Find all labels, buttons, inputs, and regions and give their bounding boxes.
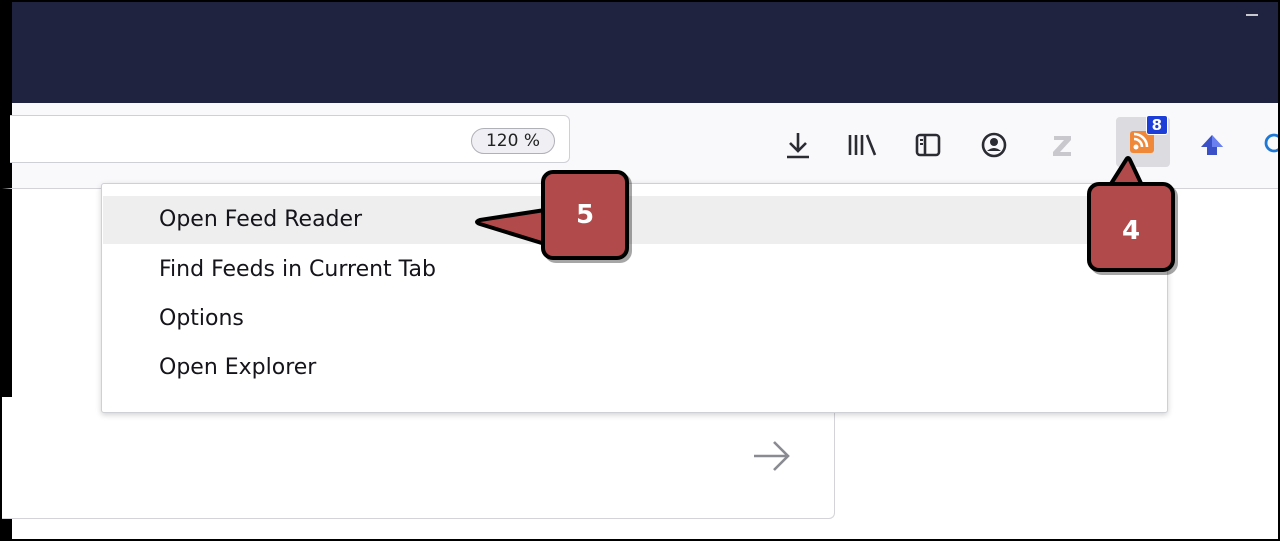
browser-window: 120 % 8 Open Feed Reader Find Feeds in C… [0, 0, 1280, 541]
address-bar[interactable]: 120 % [10, 115, 570, 163]
menu-item-open-explorer[interactable]: Open Explorer [103, 344, 1166, 392]
content-card[interactable] [2, 397, 835, 519]
arrow-right-icon[interactable] [750, 434, 794, 478]
sidebar-icon[interactable] [910, 125, 946, 165]
step-4-callout: 4 [1087, 182, 1175, 272]
feed-context-menu: Open Feed Reader Find Feeds in Current T… [101, 183, 1168, 413]
unread-count-badge: 8 [1145, 115, 1168, 135]
zotero-icon[interactable] [1044, 125, 1080, 165]
navigation-toolbar: 120 % 8 [2, 103, 1278, 189]
menu-item-find-feeds[interactable]: Find Feeds in Current Tab [103, 246, 1166, 294]
step-5-callout: 5 [541, 170, 629, 260]
menu-item-options[interactable]: Options [103, 295, 1166, 343]
menu-item-open-feed-reader[interactable]: Open Feed Reader [103, 196, 1166, 244]
search-icon[interactable] [1258, 125, 1278, 165]
bookmark-up-icon[interactable] [1194, 125, 1230, 165]
account-icon[interactable] [976, 125, 1012, 165]
zoom-reset-button[interactable]: 120 % [470, 128, 555, 154]
library-icon[interactable] [844, 125, 880, 165]
title-bar [2, 2, 1278, 103]
restore-window-icon[interactable] [1246, 6, 1258, 16]
download-icon[interactable] [780, 125, 816, 165]
